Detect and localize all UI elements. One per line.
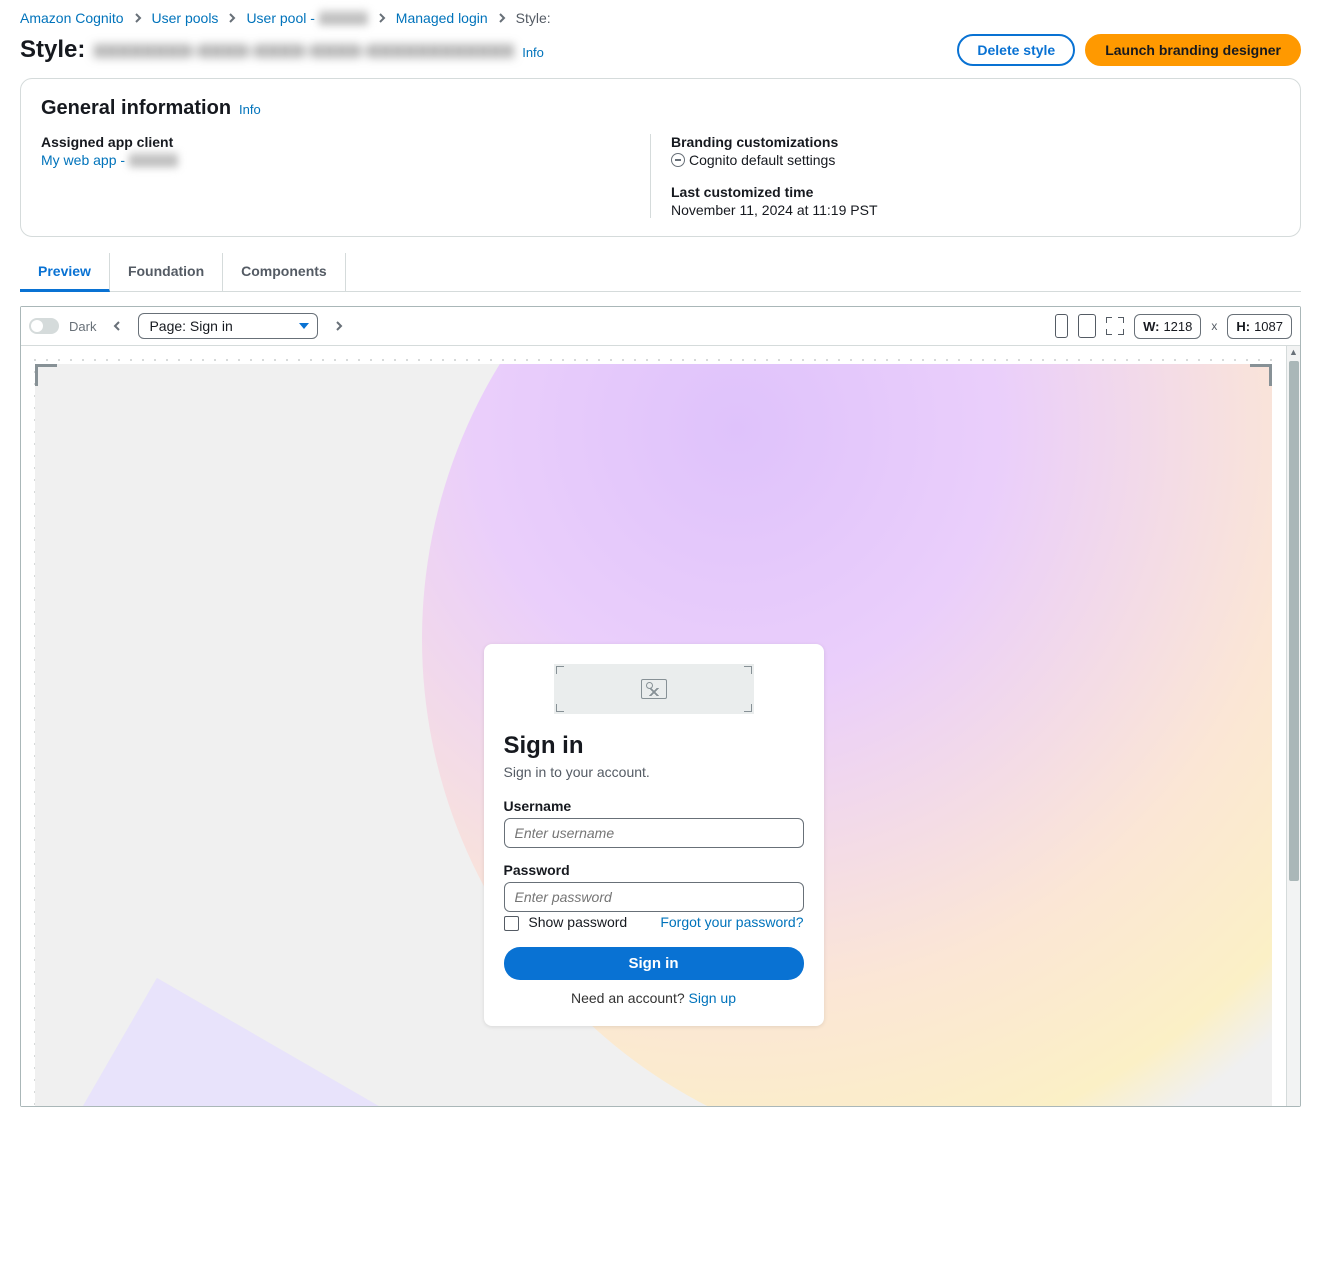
username-label: Username <box>504 798 804 814</box>
page-select[interactable]: Page: Sign in <box>138 313 318 339</box>
show-password-checkbox[interactable] <box>504 916 519 931</box>
general-info-link[interactable]: Info <box>239 102 261 117</box>
preview-toolbar: Dark Page: Sign in W: 1218 x H: 1087 <box>21 307 1300 346</box>
assigned-app-client-link[interactable]: My web app - xxxxxxs <box>41 152 178 168</box>
breadcrumb-cognito[interactable]: Amazon Cognito <box>20 10 124 26</box>
preview-frame: Sign in Sign in to your account. Usernam… <box>35 364 1272 1106</box>
fullscreen-icon[interactable] <box>1106 317 1124 335</box>
scroll-thumb[interactable] <box>1289 361 1299 881</box>
phone-preview-icon[interactable] <box>1055 314 1068 338</box>
signin-card: Sign in Sign in to your account. Usernam… <box>484 644 824 1026</box>
signin-subtitle: Sign in to your account. <box>504 764 804 780</box>
password-label: Password <box>504 862 804 878</box>
vertical-scrollbar[interactable]: ▲ <box>1286 346 1300 1106</box>
preview-canvas: Sign in Sign in to your account. Usernam… <box>21 346 1300 1106</box>
assigned-app-prefix: My web app - <box>41 152 129 168</box>
username-input[interactable] <box>504 818 804 848</box>
tab-foundation[interactable]: Foundation <box>110 253 223 291</box>
signup-link[interactable]: Sign up <box>689 990 736 1006</box>
assigned-app-client-label: Assigned app client <box>41 134 650 150</box>
width-input[interactable]: W: 1218 <box>1134 314 1201 339</box>
frame-corner-tr <box>1250 364 1272 386</box>
width-label: W: <box>1143 319 1159 334</box>
chevron-right-icon <box>496 12 508 24</box>
dim-separator: x <box>1211 319 1217 333</box>
chevron-right-icon <box>376 12 388 24</box>
tabs: Preview Foundation Components <box>20 253 1301 292</box>
height-value: 1087 <box>1254 319 1283 334</box>
height-input[interactable]: H: 1087 <box>1227 314 1292 339</box>
signin-title: Sign in <box>504 732 804 760</box>
forgot-password-link[interactable]: Forgot your password? <box>660 914 803 930</box>
prev-page-button[interactable] <box>106 315 128 337</box>
branding-status: Cognito default settings <box>689 152 835 168</box>
next-page-button[interactable] <box>328 315 350 337</box>
show-password-label: Show password <box>528 914 627 930</box>
tab-components[interactable]: Components <box>223 253 346 291</box>
delete-style-button[interactable]: Delete style <box>957 34 1075 66</box>
frame-corner-tl <box>35 364 57 386</box>
breadcrumb-current: Style: <box>516 10 551 26</box>
breadcrumb-userpools[interactable]: User pools <box>152 10 219 26</box>
width-value: 1218 <box>1163 319 1192 334</box>
image-icon <box>641 679 667 699</box>
tab-preview[interactable]: Preview <box>20 253 110 292</box>
breadcrumb-managed-login[interactable]: Managed login <box>396 10 488 26</box>
password-input[interactable] <box>504 882 804 912</box>
breadcrumb-userpool[interactable]: User pool - xxxxxxx <box>246 10 367 26</box>
preview-panel: Dark Page: Sign in W: 1218 x H: 1087 <box>20 306 1301 1107</box>
page-title-prefix: Style: <box>20 36 85 64</box>
general-info-panel: General information Info Assigned app cl… <box>20 78 1301 237</box>
last-customized-value: November 11, 2024 at 11:19 PST <box>671 202 1280 218</box>
breadcrumb-userpool-label: User pool - <box>246 10 314 26</box>
page-header: Style: xxxxxxxx-xxxx-xxxx-xxxx-xxxxxxxxx… <box>0 30 1321 78</box>
dark-mode-toggle[interactable] <box>29 318 59 334</box>
signin-button[interactable]: Sign in <box>504 947 804 980</box>
assigned-app-id: xxxxxxs <box>129 152 178 168</box>
tablet-preview-icon[interactable] <box>1078 314 1096 338</box>
branding-label: Branding customizations <box>671 134 1280 150</box>
dark-mode-label: Dark <box>69 319 96 334</box>
last-customized-label: Last customized time <box>671 184 1280 200</box>
breadcrumb-userpool-id: xxxxxxx <box>319 10 368 26</box>
breadcrumb: Amazon Cognito User pools User pool - xx… <box>0 0 1321 30</box>
header-info-link[interactable]: Info <box>522 45 544 60</box>
height-label: H: <box>1236 319 1250 334</box>
need-account-text: Need an account? <box>571 990 689 1006</box>
minus-circle-icon <box>671 153 685 167</box>
show-password-row[interactable]: Show password <box>504 914 628 931</box>
style-id: xxxxxxxx-xxxx-xxxx-xxxx-xxxxxxxxxxxx <box>93 37 514 63</box>
scroll-up-arrow[interactable]: ▲ <box>1289 346 1298 359</box>
logo-placeholder <box>554 664 754 714</box>
general-info-title: General information <box>41 97 231 120</box>
launch-branding-button[interactable]: Launch branding designer <box>1085 34 1301 66</box>
chevron-right-icon <box>132 12 144 24</box>
chevron-right-icon <box>226 12 238 24</box>
